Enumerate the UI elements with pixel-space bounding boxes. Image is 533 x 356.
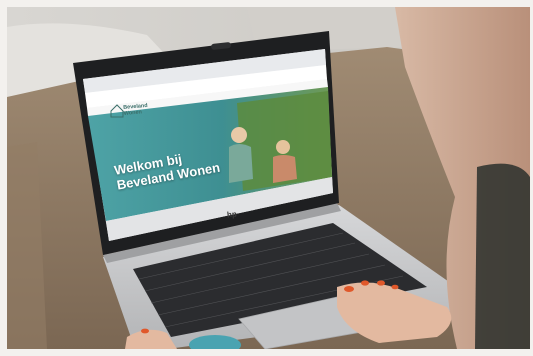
photo-scene bbox=[7, 7, 530, 349]
fingernail bbox=[361, 280, 369, 286]
hero-adult-head bbox=[276, 140, 290, 154]
fingernail bbox=[377, 280, 385, 286]
hero-adult-body bbox=[273, 155, 297, 183]
fingernail bbox=[141, 328, 149, 334]
hero-child-head bbox=[231, 127, 247, 143]
fingernail bbox=[344, 286, 354, 292]
fingernail bbox=[391, 284, 399, 290]
hp-logo-icon: hp bbox=[226, 209, 238, 220]
person-clothing bbox=[475, 163, 530, 349]
photo: Beveland Wonen Welkom bij Beveland Wonen… bbox=[7, 7, 530, 349]
